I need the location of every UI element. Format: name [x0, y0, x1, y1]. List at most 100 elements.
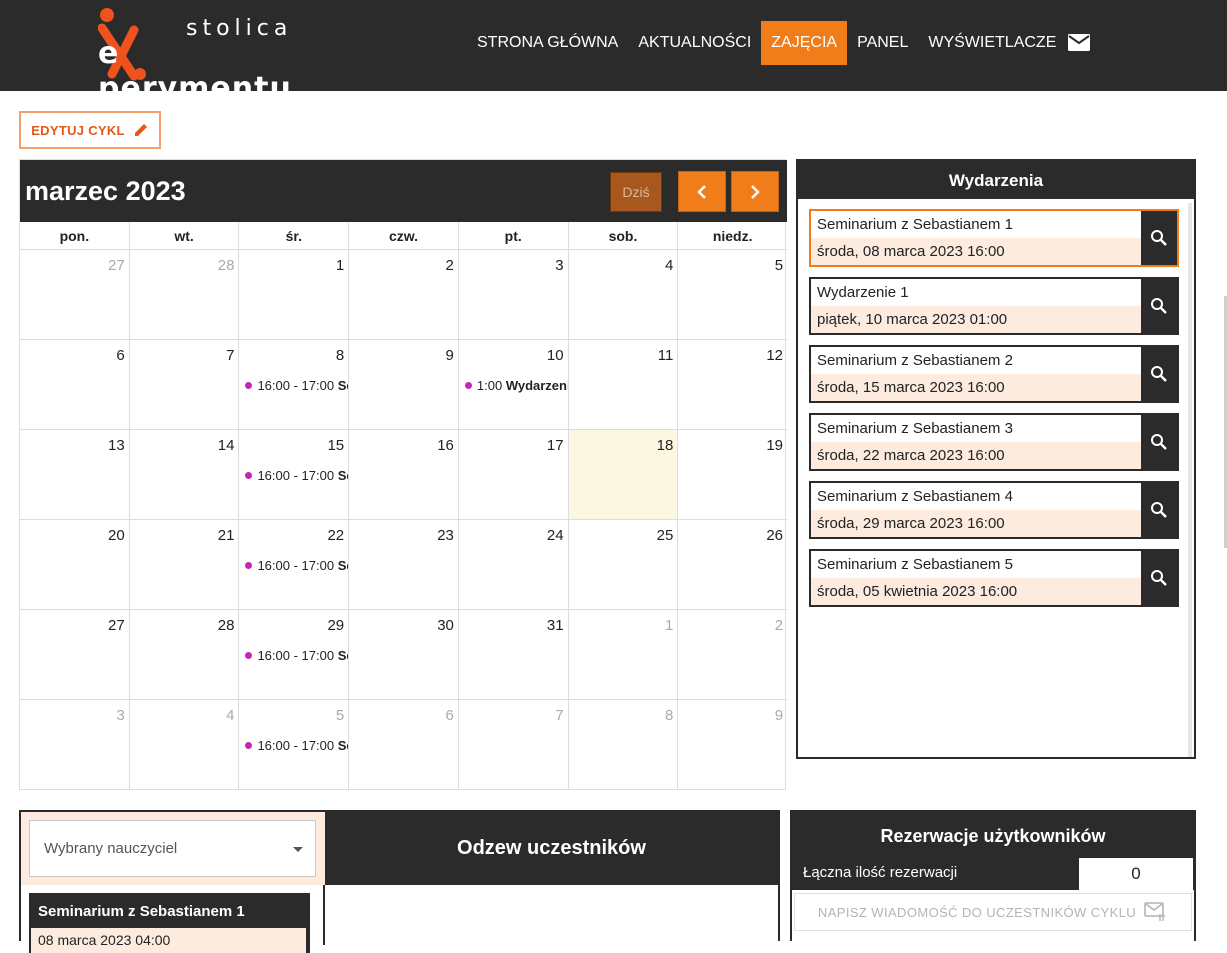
- calendar-day[interactable]: 1: [569, 610, 679, 699]
- event-card[interactable]: Seminarium z Sebastianem 3 środa, 22 mar…: [809, 413, 1179, 471]
- calendar-day[interactable]: 15 16:00 - 17:00 Seminarium z Sebastianem…: [239, 430, 350, 519]
- calendar-day[interactable]: 3: [459, 250, 569, 339]
- calendar-day[interactable]: 21: [130, 520, 240, 609]
- nav-item-displays[interactable]: WYŚWIETLACZE: [918, 21, 1066, 65]
- calendar-event[interactable]: 16:00 - 17:00 Seminarium z Sebastianem 1: [245, 378, 348, 393]
- calendar-day-today[interactable]: 18: [568, 430, 679, 519]
- day-number[interactable]: 18: [657, 437, 674, 454]
- event-search-button[interactable]: [1141, 551, 1177, 605]
- calendar-day[interactable]: 7: [459, 700, 569, 790]
- day-number[interactable]: 28: [218, 617, 235, 634]
- day-number[interactable]: 14: [218, 437, 235, 454]
- event-search-button[interactable]: [1141, 279, 1177, 333]
- event-card[interactable]: Seminarium z Sebastianem 5 środa, 05 kwi…: [809, 549, 1179, 607]
- day-number[interactable]: 7: [226, 347, 234, 364]
- day-number[interactable]: 10: [547, 347, 564, 364]
- day-number[interactable]: 22: [327, 527, 344, 544]
- calendar-day[interactable]: 22 16:00 - 17:00 Seminarium z Sebastianem…: [239, 520, 350, 609]
- event-card[interactable]: Seminarium z Sebastianem 2 środa, 15 mar…: [809, 345, 1179, 403]
- calendar-day[interactable]: 6: [349, 700, 459, 790]
- calendar-day[interactable]: 30: [349, 610, 459, 699]
- day-number[interactable]: 23: [437, 527, 454, 544]
- calendar-day[interactable]: 8: [569, 700, 679, 790]
- calendar-event[interactable]: 1:00 Wydarzenie 1: [464, 378, 568, 393]
- calendar-day[interactable]: 31: [459, 610, 569, 699]
- day-number[interactable]: 8: [665, 707, 673, 724]
- calendar-day[interactable]: 8 16:00 - 17:00 Seminarium z Sebastianem …: [239, 340, 350, 429]
- day-number[interactable]: 13: [108, 437, 125, 454]
- events-scrollbar[interactable]: [1188, 203, 1192, 757]
- calendar-day[interactable]: 3: [20, 700, 130, 790]
- calendar-day[interactable]: 4: [569, 250, 679, 339]
- nav-item-news[interactable]: AKTUALNOŚCI: [628, 21, 761, 65]
- day-number[interactable]: 7: [555, 707, 563, 724]
- calendar-day[interactable]: 20: [20, 520, 130, 609]
- seminar-card[interactable]: Seminarium z Sebastianem 1 08 marca 2023…: [29, 893, 310, 953]
- day-number[interactable]: 9: [775, 707, 783, 724]
- day-number[interactable]: 25: [657, 527, 674, 544]
- calendar-day[interactable]: 9: [678, 700, 787, 790]
- teacher-select[interactable]: Wybrany nauczyciel: [29, 820, 316, 877]
- day-number[interactable]: 8: [336, 347, 344, 364]
- day-number[interactable]: 28: [218, 257, 235, 274]
- event-card[interactable]: Seminarium z Sebastianem 4 środa, 29 mar…: [809, 481, 1179, 539]
- day-number[interactable]: 26: [766, 527, 783, 544]
- calendar-day[interactable]: 19: [678, 430, 787, 519]
- calendar-day[interactable]: 4: [130, 700, 240, 790]
- today-button[interactable]: Dziś: [610, 172, 662, 212]
- day-number[interactable]: 4: [665, 257, 673, 274]
- calendar-day[interactable]: 16: [349, 430, 459, 519]
- day-number[interactable]: 6: [116, 347, 124, 364]
- day-number[interactable]: 24: [547, 527, 564, 544]
- calendar-day[interactable]: 17: [459, 430, 569, 519]
- calendar-day[interactable]: 28: [130, 250, 240, 339]
- calendar-day[interactable]: 11: [569, 340, 679, 429]
- day-number[interactable]: 4: [226, 707, 234, 724]
- event-search-button[interactable]: [1141, 347, 1177, 401]
- message-participants-button[interactable]: NAPISZ WIADOMOŚĆ DO UCZESTNIKÓW CYKLU: [794, 893, 1192, 931]
- day-number[interactable]: 20: [108, 527, 125, 544]
- calendar-day[interactable]: 5: [678, 250, 787, 339]
- day-number[interactable]: 16: [437, 437, 454, 454]
- calendar-event[interactable]: 16:00 - 17:00 Seminarium z Sebastianem 5: [245, 738, 348, 753]
- day-number[interactable]: 11: [658, 347, 674, 364]
- nav-item-classes[interactable]: ZAJĘCIA: [761, 21, 848, 65]
- day-number[interactable]: 5: [775, 257, 783, 274]
- day-number[interactable]: 27: [108, 257, 125, 274]
- calendar-day[interactable]: 24: [459, 520, 569, 609]
- day-number[interactable]: 21: [218, 527, 235, 544]
- day-number[interactable]: 27: [108, 617, 125, 634]
- calendar-day[interactable]: 25: [569, 520, 679, 609]
- calendar-day[interactable]: 27: [20, 610, 130, 699]
- prev-month-button[interactable]: [678, 171, 726, 212]
- envelope-icon[interactable]: [1068, 34, 1090, 51]
- calendar-day[interactable]: 12: [678, 340, 787, 429]
- day-number[interactable]: 15: [327, 437, 344, 454]
- day-number[interactable]: 17: [547, 437, 564, 454]
- event-card[interactable]: Wydarzenie 1 piątek, 10 marca 2023 01:00: [809, 277, 1179, 335]
- calendar-day[interactable]: 26: [678, 520, 787, 609]
- next-month-button[interactable]: [731, 171, 779, 212]
- day-number[interactable]: 30: [437, 617, 454, 634]
- day-number[interactable]: 12: [766, 347, 783, 364]
- day-number[interactable]: 6: [446, 707, 454, 724]
- event-card[interactable]: Seminarium z Sebastianem 1 środa, 08 mar…: [809, 209, 1179, 267]
- event-search-button[interactable]: [1141, 415, 1177, 469]
- day-number[interactable]: 2: [775, 617, 783, 634]
- day-number[interactable]: 1: [336, 257, 344, 274]
- calendar-day[interactable]: 2: [349, 250, 459, 339]
- day-number[interactable]: 3: [116, 707, 124, 724]
- calendar-day[interactable]: 14: [130, 430, 240, 519]
- day-number[interactable]: 3: [555, 257, 563, 274]
- logo[interactable]: stolica eperymentu: [98, 6, 303, 106]
- calendar-event[interactable]: 16:00 - 17:00 Seminarium z Sebastianem 4: [245, 648, 348, 663]
- calendar-day[interactable]: 7: [130, 340, 240, 429]
- nav-item-home[interactable]: STRONA GŁÓWNA: [467, 21, 628, 65]
- calendar-day[interactable]: 2: [678, 610, 787, 699]
- day-number[interactable]: 29: [327, 617, 344, 634]
- calendar-event[interactable]: 16:00 - 17:00 Seminarium z Sebastianem 2: [245, 468, 348, 483]
- calendar-day[interactable]: 29 16:00 - 17:00 Seminarium z Sebastianem…: [239, 610, 350, 699]
- edit-cycle-button[interactable]: EDYTUJ CYKL: [19, 111, 161, 149]
- day-number[interactable]: 31: [547, 617, 564, 634]
- calendar-day[interactable]: 23: [349, 520, 459, 609]
